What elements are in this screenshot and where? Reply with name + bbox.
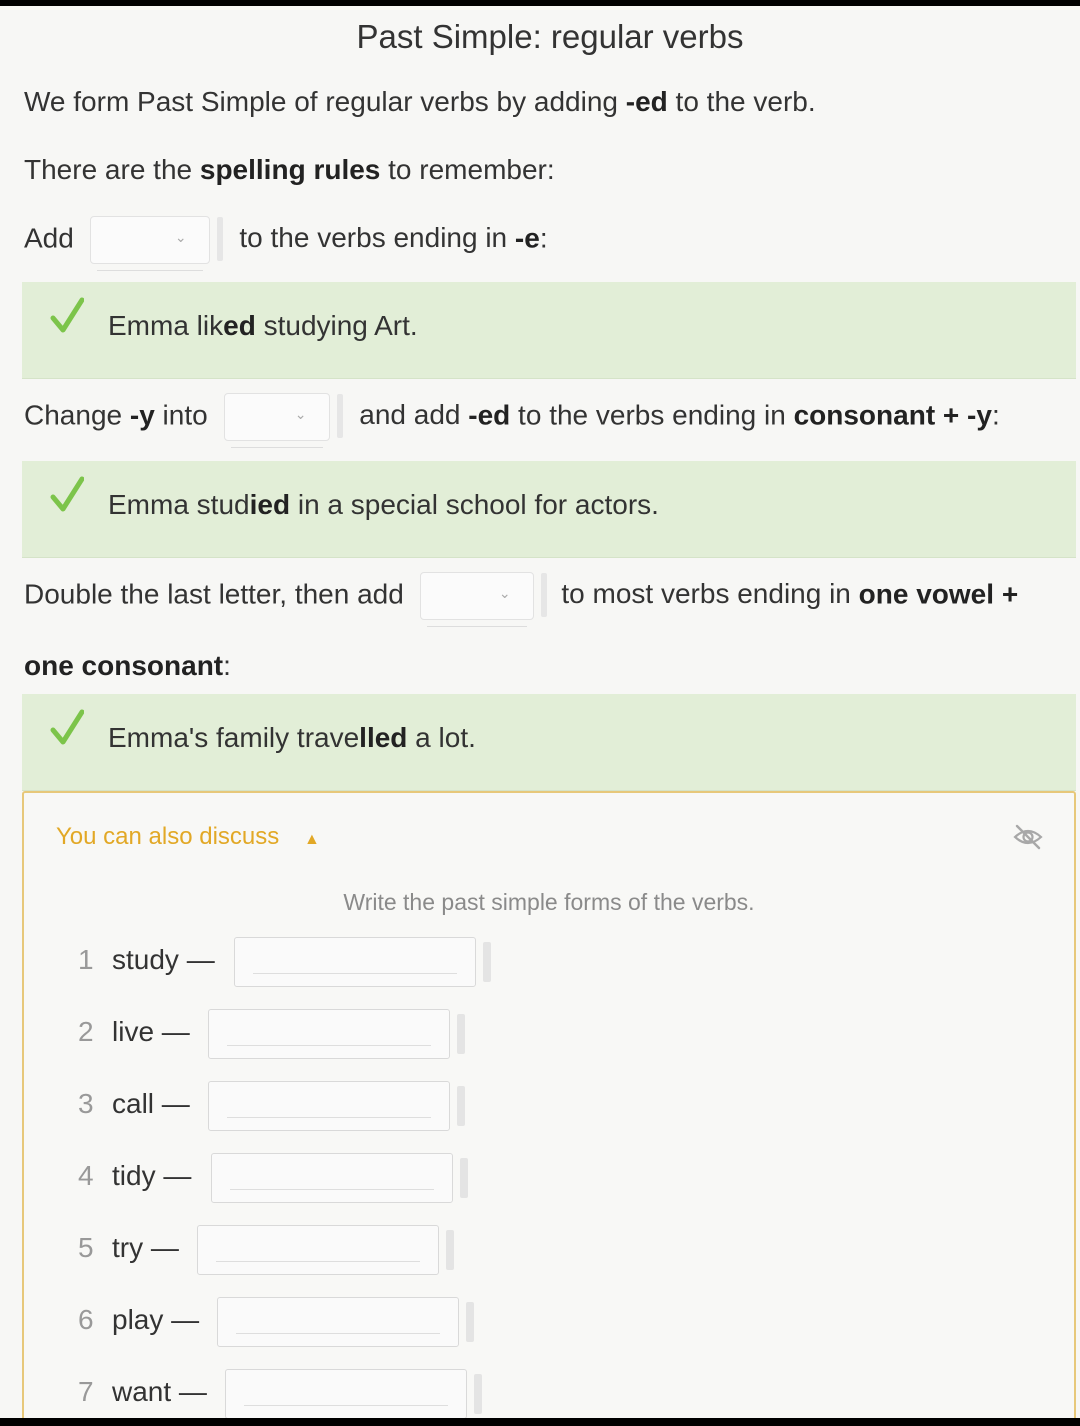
chevron-up-icon: ▲ bbox=[303, 831, 320, 848]
rule-change-y: Change -y into ⌄ and add -ed to the verb… bbox=[24, 393, 1000, 448]
rule2-dropdown[interactable]: ⌄ bbox=[223, 393, 343, 448]
list-item: 5 try — bbox=[78, 1225, 454, 1275]
discuss-panel: You can also discuss ▲ Write the past si… bbox=[22, 791, 1076, 1418]
chevron-down-icon: ⌄ bbox=[174, 229, 187, 245]
example-sentence: Emma liked studying Art. bbox=[108, 310, 418, 341]
answer-input[interactable] bbox=[196, 1225, 454, 1275]
answer-input[interactable] bbox=[216, 1297, 474, 1347]
list-item: 7 want — bbox=[78, 1369, 482, 1418]
check-icon bbox=[50, 476, 84, 512]
chevron-down-icon: ⌄ bbox=[294, 406, 307, 422]
page-title: Past Simple: regular verbs bbox=[356, 18, 744, 55]
chevron-down-icon: ⌄ bbox=[498, 585, 511, 601]
exercise-page: Past Simple: regular verbs We form Past … bbox=[0, 6, 1080, 1418]
spelling-rules-text: There are the spelling rules to remember… bbox=[24, 154, 555, 185]
answer-input[interactable] bbox=[207, 1009, 465, 1059]
intro-text: We form Past Simple of regular verbs by … bbox=[24, 86, 816, 117]
rule-add-ed: Add ⌄ to the verbs ending in -e: bbox=[24, 216, 548, 271]
discuss-instruction: Write the past simple forms of the verbs… bbox=[343, 889, 755, 915]
answer-input[interactable] bbox=[207, 1081, 465, 1131]
list-item: 4 tidy — bbox=[78, 1153, 469, 1203]
rule-double-letter-cont: one consonant: bbox=[24, 650, 231, 681]
rule1-dropdown[interactable]: ⌄ bbox=[89, 216, 223, 271]
answer-input[interactable] bbox=[234, 937, 492, 987]
rule-double-letter: Double the last letter, then add ⌄ to mo… bbox=[24, 572, 1018, 627]
answer-input[interactable] bbox=[211, 1153, 469, 1203]
check-icon bbox=[50, 297, 84, 333]
rule3-dropdown[interactable]: ⌄ bbox=[419, 572, 547, 627]
list-item: 3 call — bbox=[78, 1081, 465, 1131]
example-box-1: Emma liked studying Art. bbox=[22, 282, 1076, 379]
example-box-3: Emma's family travelled a lot. bbox=[22, 694, 1076, 791]
eye-slash-icon[interactable] bbox=[1012, 823, 1044, 851]
example-sentence: Emma's family travelled a lot. bbox=[108, 722, 476, 753]
discuss-toggle[interactable]: You can also discuss ▲ bbox=[56, 823, 320, 851]
check-icon bbox=[50, 709, 84, 745]
example-sentence: Emma studied in a special school for act… bbox=[108, 489, 659, 520]
example-box-2: Emma studied in a special school for act… bbox=[22, 461, 1076, 558]
list-item: 6 play — bbox=[78, 1297, 474, 1347]
list-item: 1 study — bbox=[78, 937, 492, 987]
list-item: 2 live — bbox=[78, 1009, 465, 1059]
answer-input[interactable] bbox=[224, 1369, 482, 1418]
